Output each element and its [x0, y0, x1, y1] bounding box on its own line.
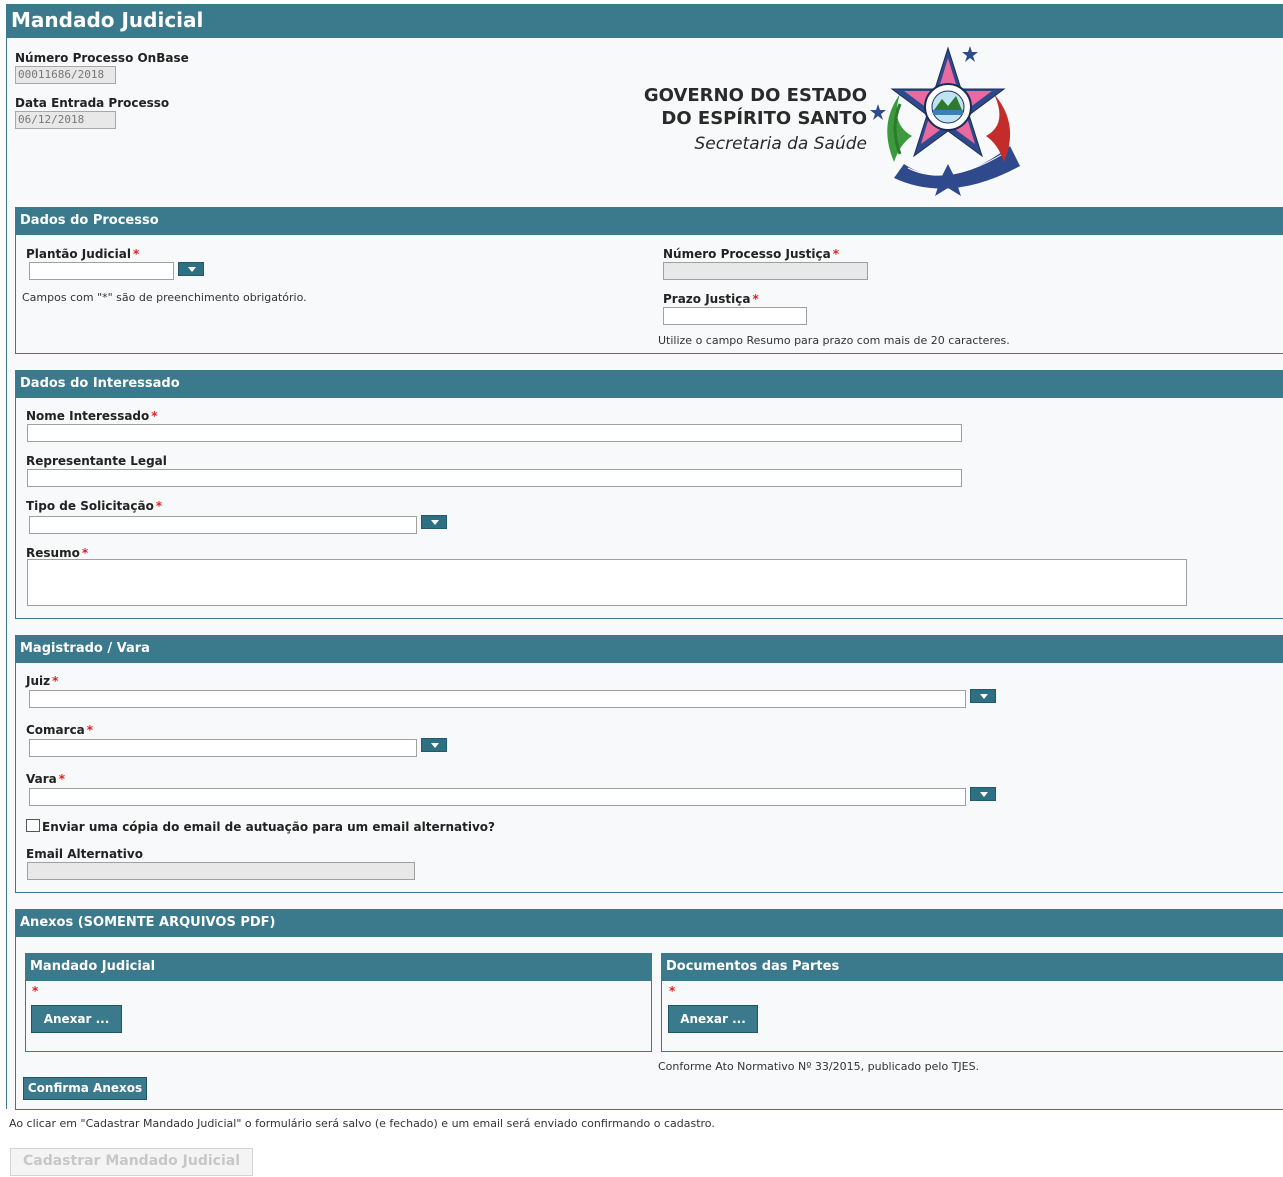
prazo-field[interactable]: [663, 307, 807, 325]
magistrado-section: [15, 635, 1283, 893]
anexos-header: Anexos (SOMENTE ARQUIVOS PDF): [15, 909, 1283, 937]
dados-processo-header: Dados do Processo: [15, 207, 1283, 235]
mandado-required-marker: *: [32, 984, 39, 998]
copia-email-label: Enviar uma cópia do email de autuação pa…: [42, 820, 496, 834]
required-marker: *: [151, 409, 158, 423]
required-marker: *: [132, 247, 140, 261]
tipo-solicitacao-label-text: Tipo de Solicitação: [26, 499, 154, 513]
nome-interessado-label: Nome Interessado *: [26, 409, 158, 423]
numero-justica-field[interactable]: [663, 262, 868, 280]
numero-processo-label: Número Processo OnBase: [15, 51, 189, 65]
juiz-label: Juiz *: [26, 674, 58, 688]
email-alternativo-label: Email Alternativo: [26, 847, 143, 861]
vara-dropdown-button[interactable]: [970, 787, 996, 801]
data-entrada-label: Data Entrada Processo: [15, 96, 170, 110]
resumo-label-text: Resumo: [26, 546, 80, 560]
logo-line-2: DO ESPÍRITO SANTO: [661, 108, 867, 129]
required-fields-note: Campos com "*" são de preenchimento obri…: [22, 291, 307, 304]
nome-interessado-field[interactable]: [27, 424, 962, 442]
logo-line-3: Secretaria da Saúde: [694, 134, 867, 154]
numero-justica-label: Número Processo Justiça *: [663, 247, 839, 261]
coat-of-arms-logo: [870, 46, 1020, 196]
page-title: Mandado Judicial: [6, 4, 1283, 38]
email-alternativo-field[interactable]: [27, 862, 415, 880]
confirma-anexos-button[interactable]: Confirma Anexos: [23, 1077, 147, 1100]
mandado-anexar-button[interactable]: Anexar ...: [31, 1005, 122, 1033]
representante-legal-label: Representante Legal: [26, 454, 167, 468]
conforme-note: Conforme Ato Normativo Nº 33/2015, publi…: [658, 1060, 980, 1073]
nome-interessado-label-text: Nome Interessado: [26, 409, 150, 423]
representante-legal-field[interactable]: [27, 469, 962, 487]
plantao-select[interactable]: [29, 262, 174, 280]
copia-email-checkbox[interactable]: [26, 819, 40, 832]
plantao-label: Plantão Judicial *: [26, 247, 139, 261]
footer-note: Ao clicar em "Cadastrar Mandado Judicial…: [9, 1117, 715, 1130]
prazo-label: Prazo Justiça *: [663, 292, 759, 306]
tipo-solicitacao-select[interactable]: [29, 516, 417, 534]
data-entrada-field[interactable]: 06/12/2018: [15, 111, 116, 129]
vara-label-text: Vara: [26, 772, 57, 786]
plantao-label-text: Plantão Judicial: [26, 247, 131, 261]
documentos-required-marker: *: [669, 984, 676, 998]
magistrado-header: Magistrado / Vara: [15, 635, 1283, 663]
logo-text: GOVERNO DO ESTADO DO ESPÍRITO SANTO Secr…: [630, 84, 867, 156]
juiz-dropdown-button[interactable]: [970, 689, 996, 703]
required-marker: *: [58, 772, 66, 786]
required-marker: *: [832, 247, 839, 261]
comarca-label-text: Comarca: [26, 723, 85, 737]
comarca-select[interactable]: [29, 739, 417, 757]
comarca-dropdown-button[interactable]: [421, 738, 447, 752]
required-marker: *: [155, 499, 163, 513]
plantao-dropdown-button[interactable]: [178, 262, 204, 276]
required-marker: *: [52, 674, 59, 688]
required-marker: *: [81, 546, 89, 560]
comarca-label: Comarca *: [26, 723, 93, 737]
documentos-anexo-header: Documentos das Partes: [661, 953, 1283, 981]
documentos-anexar-button[interactable]: Anexar ...: [668, 1005, 758, 1033]
cadastrar-mandado-button[interactable]: Cadastrar Mandado Judicial: [10, 1148, 253, 1176]
vara-label: Vara *: [26, 772, 65, 786]
dados-interessado-header: Dados do Interessado: [15, 370, 1283, 398]
prazo-label-text: Prazo Justiça: [663, 292, 751, 306]
resumo-label: Resumo *: [26, 546, 88, 560]
mandado-anexo-header: Mandado Judicial: [25, 953, 652, 981]
required-marker: *: [86, 723, 94, 737]
vara-select[interactable]: [29, 788, 966, 806]
required-marker: *: [752, 292, 759, 306]
numero-justica-label-text: Número Processo Justiça: [663, 247, 831, 261]
tipo-solicitacao-dropdown-button[interactable]: [421, 515, 447, 529]
resumo-textarea[interactable]: [27, 559, 1187, 606]
juiz-label-text: Juiz: [26, 674, 51, 688]
prazo-note: Utilize o campo Resumo para prazo com ma…: [658, 334, 1010, 347]
numero-processo-field[interactable]: 00011686/2018: [15, 66, 116, 84]
juiz-select[interactable]: [29, 690, 966, 708]
logo-line-1: GOVERNO DO ESTADO: [643, 85, 867, 106]
tipo-solicitacao-label: Tipo de Solicitação *: [26, 499, 162, 513]
